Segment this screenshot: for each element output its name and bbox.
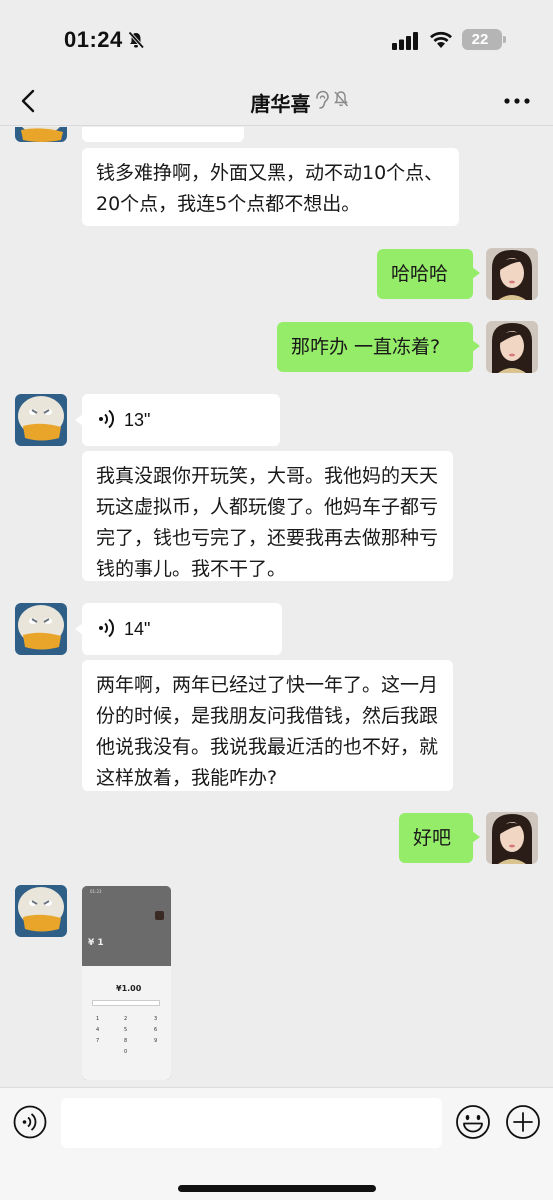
image-status-time: 01:23 [90,889,102,894]
message-text: 我真没跟你开玩笑，大哥。我他妈的天天玩这虚拟币，人都玩傻了。他妈车子都亏完了，钱… [96,465,439,580]
image-payment-sheet: ¥1.00 1 2 3 4 5 6 7 8 9 0 [82,966,171,1080]
more-functions-button[interactable] [505,1104,541,1140]
message-text: 钱多难挣啊，外面又黑，动不动10个点、20个点，我连5个点都不想出。 [96,162,444,215]
message-input[interactable] [61,1098,442,1148]
image-key: 8 [124,1038,128,1044]
message-bubble[interactable]: 两年啊，两年已经过了快一年了。这一月份的时候，是我朋友问我借钱，然后我跟他说我没… [82,660,453,791]
chat-header: 唐华喜 [0,78,553,126]
message-bubble[interactable]: 我真没跟你开玩笑，大哥。我他妈的天天玩这虚拟币，人都玩傻了。他妈车子都亏完了，钱… [82,451,453,581]
girl-avatar-image [486,812,538,864]
image-sheet-amount: ¥1.00 [116,984,142,993]
voice-wave-icon [99,618,115,638]
voice-message-bubble[interactable]: 14" [75,603,282,655]
image-top-area: 01:23 ¥ 1 [82,886,171,966]
girl-avatar-image [486,321,538,373]
mute-notifications-icon [334,91,349,107]
duck-avatar-image [15,603,67,655]
voice-wave-icon [99,409,115,429]
image-pin-dots [92,1000,160,1006]
image-message-thumbnail[interactable]: 01:23 ¥ 1 ¥1.00 1 2 3 4 5 6 7 8 9 0 [82,886,171,1080]
contact-avatar[interactable] [15,603,67,655]
voice-duration: 14" [124,619,151,639]
image-payee-avatar [155,911,164,920]
image-key: 5 [124,1027,128,1033]
image-key: 4 [96,1027,100,1033]
message-list[interactable]: 钱多难挣啊，外面又黑，动不动10个点、20个点，我连5个点都不想出。 哈哈哈 那… [0,127,553,1087]
message-text: 两年啊，两年已经过了快一年了。这一月份的时候，是我朋友问我借钱，然后我跟他说我没… [96,674,439,789]
cellular-signal-icon [392,32,418,50]
image-key: 7 [96,1038,100,1044]
image-key: 1 [96,1016,100,1022]
chat-title-wrap: 唐华喜 [0,88,553,117]
image-transfer-amount: ¥ 1 [88,938,104,948]
contact-avatar[interactable] [15,127,67,142]
battery-level: 22 [471,31,489,48]
status-bar: 01:24 22 [0,0,553,78]
message-text: 那咋办 一直冻着? [291,336,441,358]
wifi-icon [430,31,452,48]
voice-duration: 13" [124,410,151,430]
message-bubble-partial[interactable] [82,127,244,142]
more-options-button[interactable] [503,96,531,106]
image-key: 0 [124,1049,128,1055]
input-bar [0,1087,553,1200]
girl-avatar-image [486,248,538,300]
my-avatar[interactable] [486,321,538,373]
message-text: 哈哈哈 [391,263,449,285]
image-key: 6 [154,1027,158,1033]
voice-message-bubble[interactable]: 13" [75,394,280,446]
duck-avatar-image [15,127,67,142]
message-text: 好吧 [413,827,452,849]
image-key: 3 [154,1016,158,1022]
message-bubble[interactable]: 钱多难挣啊，外面又黑，动不动10个点、20个点，我连5个点都不想出。 [82,148,459,226]
contact-avatar[interactable] [15,885,67,937]
emoji-button[interactable] [455,1104,491,1140]
image-key: 2 [124,1016,128,1022]
voice-input-button[interactable] [13,1105,47,1139]
earpiece-mode-icon [316,90,329,109]
chat-title[interactable]: 唐华喜 [251,88,311,117]
duck-avatar-image [15,394,67,446]
my-avatar[interactable] [486,812,538,864]
message-bubble[interactable]: 那咋办 一直冻着? [277,322,480,372]
contact-avatar[interactable] [15,394,67,446]
duck-avatar-image [15,885,67,937]
bell-off-icon [128,31,145,49]
home-indicator[interactable] [178,1185,376,1192]
status-time: 01:24 [64,27,123,52]
image-key: 9 [154,1038,158,1044]
message-bubble[interactable]: 好吧 [399,813,480,863]
battery-indicator: 22 [462,29,506,50]
message-bubble[interactable]: 哈哈哈 [377,249,480,299]
my-avatar[interactable] [486,248,538,300]
